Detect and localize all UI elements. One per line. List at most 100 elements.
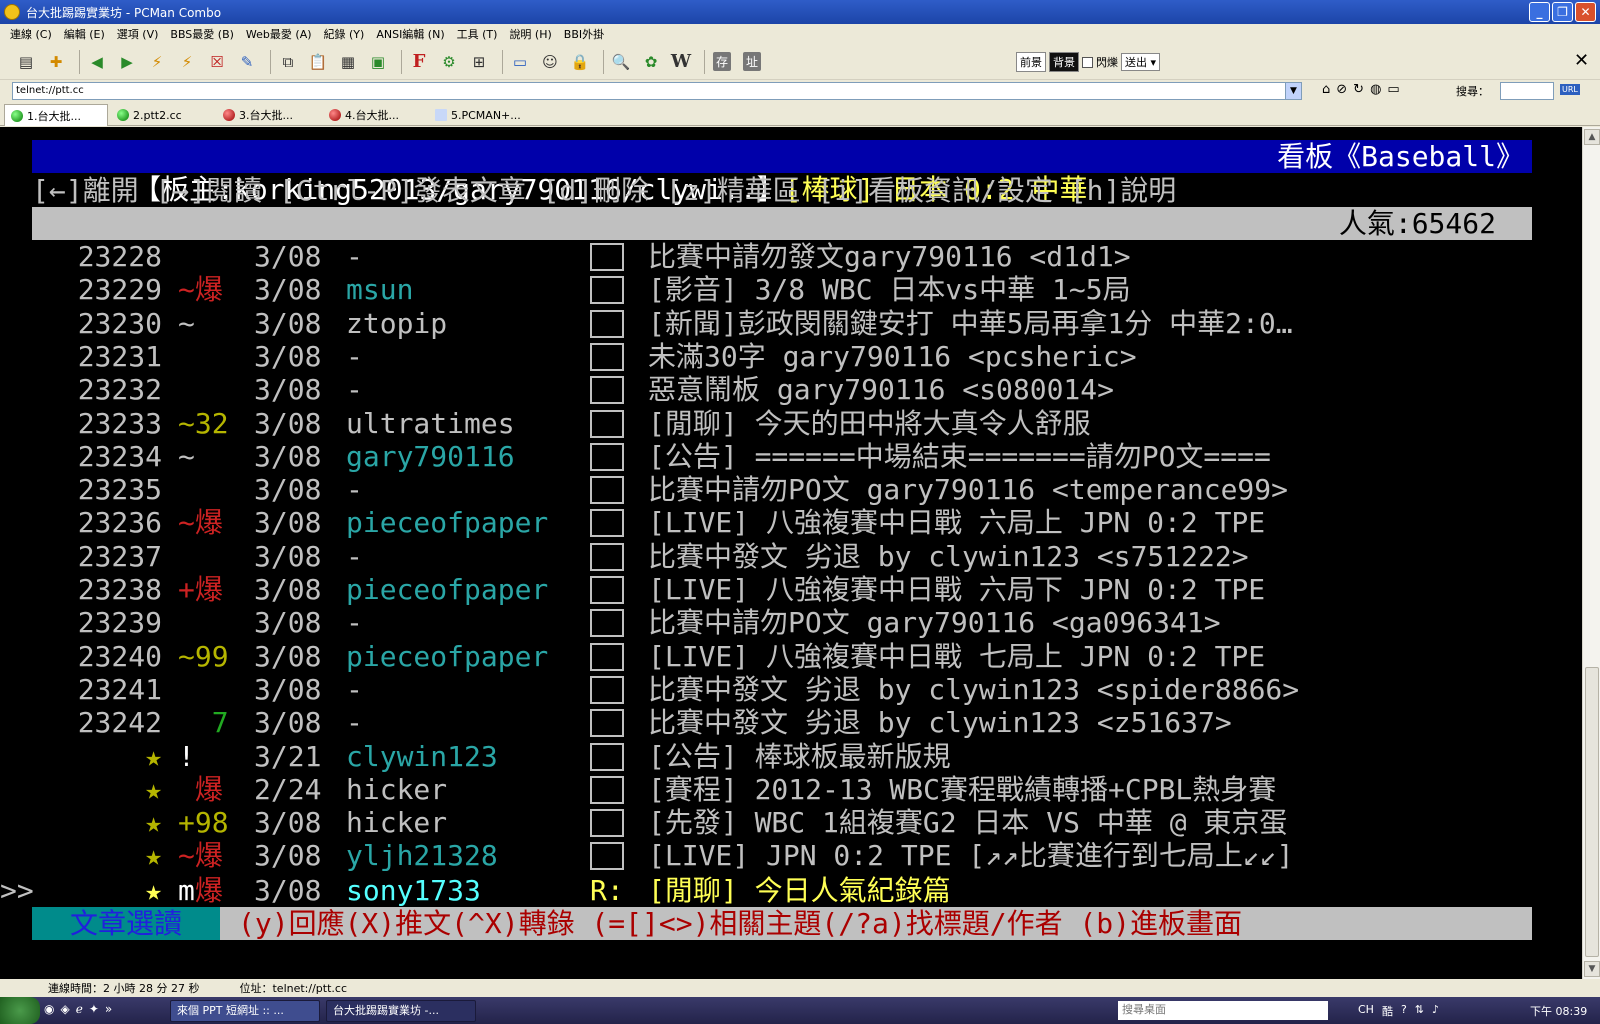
article-row[interactable]: 23233 ~32 3/08 ultratimes [閒聊] 今天的田中將大真令人舒服 <box>32 407 1532 440</box>
help-icon[interactable]: ? <box>1401 1003 1407 1019</box>
close-connection-icon[interactable]: ☒ <box>205 50 229 74</box>
article-row[interactable]: 23228 3/08- 比賽中請勿發文gary790116 <d1d1> <box>32 240 1532 273</box>
taskbar-item-pcman[interactable]: 台大批踢踢實業坊 -... <box>326 1000 476 1022</box>
settings-gear-icon[interactable]: ⚙ <box>437 50 461 74</box>
new-connection-icon[interactable]: ✚ <box>44 50 68 74</box>
ime-icon[interactable]: 酷 <box>1382 1003 1393 1019</box>
article-author: - <box>346 673 363 706</box>
bbs-terminal[interactable]: 【板主:korking52013/gary790116/clywi..】[棒球]… <box>0 127 1582 979</box>
search-input[interactable] <box>1500 82 1554 100</box>
chevron-down-icon[interactable]: ▼ <box>1285 83 1301 99</box>
address-icon[interactable]: 址 <box>742 52 761 71</box>
pcman-icon[interactable]: ◈ <box>60 1002 69 1016</box>
taskbar-item-browser[interactable]: 來個 PPT 短網址 :: ... <box>170 1000 320 1022</box>
article-date: 3/08 <box>254 273 322 306</box>
close-tab-icon[interactable]: ✕ <box>1574 50 1589 71</box>
background-color-button[interactable]: 背景 <box>1049 52 1079 72</box>
foreground-color-button[interactable]: 前景 <box>1016 52 1046 72</box>
globe-icon[interactable]: ◍ <box>1370 82 1381 97</box>
lock-icon[interactable]: 🔒 <box>568 50 592 74</box>
unread-checkbox-icon <box>590 643 624 671</box>
article-row[interactable]: 23240 ~99 3/08 pieceofpaper [LIVE] 八強複賽中日戰 七… <box>32 640 1532 673</box>
paste-icon[interactable]: 📋 <box>306 50 330 74</box>
article-row[interactable]: 23238 +爆 3/08 pieceofpaper [LIVE] 八強複賽中日戰 六局… <box>32 573 1532 606</box>
restore-button[interactable]: ❐ <box>1552 2 1573 22</box>
menu-log[interactable]: 紀錄 (Y) <box>318 26 371 42</box>
tab-3[interactable]: 3.台大批... <box>216 104 320 126</box>
selected-article-row[interactable]: >> ★ m爆 3/08 sony1733 R: [閒聊] 今日人氣紀錄篇 <box>0 874 1532 907</box>
article-row[interactable]: ★ 爆 2/24 hicker [賽程] 2012-13 WBC賽程戰績轉播+CPBL… <box>32 773 1532 806</box>
stop-icon[interactable]: ⊘ <box>1336 82 1347 97</box>
article-row[interactable]: 23234 ~3/08 gary790116 [公告] ======中場結束=====… <box>32 440 1532 473</box>
close-window-button[interactable]: ✕ <box>1575 2 1596 22</box>
article-row[interactable]: 23229 ~爆 3/08 msun [影音] 3/8 WBC 日本vs中華 1~5局 <box>32 273 1532 306</box>
reconnect-icon[interactable]: ⚡ <box>175 50 199 74</box>
menu-connect[interactable]: 連線 (C) <box>4 26 58 42</box>
chrome-icon[interactable]: ◉ <box>44 1002 54 1016</box>
menu-bbi-plugin[interactable]: BBI外掛 <box>558 26 610 42</box>
pin-icon[interactable]: ✎ <box>235 50 259 74</box>
article-row[interactable]: 23242 7 3/08- 比賽中發文 劣退 by clywin123 <z5163… <box>32 706 1532 739</box>
scroll-thumb[interactable] <box>1585 667 1599 957</box>
disconnected-icon <box>223 109 235 121</box>
emoticon-icon[interactable]: ☺ <box>538 50 562 74</box>
volume-icon[interactable]: ♪ <box>1432 1003 1439 1019</box>
minimize-button[interactable]: _ <box>1529 2 1550 22</box>
tab-2[interactable]: 2.ptt2.cc <box>110 104 214 126</box>
article-date: 3/08 <box>254 240 322 273</box>
article-row[interactable]: 23239 3/08- 比賽中請勿PO文 gary790116 <ga096341> <box>32 606 1532 639</box>
address-book-icon[interactable]: ▤ <box>14 50 38 74</box>
paste-ansi-icon[interactable]: ▣ <box>366 50 390 74</box>
font-icon[interactable]: F <box>407 50 431 74</box>
menu-web-favorites[interactable]: Web最愛 (A) <box>240 26 318 42</box>
back-arrow-icon[interactable]: ◀ <box>85 50 109 74</box>
wikipedia-icon[interactable]: W <box>669 50 693 74</box>
more-chevron-icon[interactable]: » <box>105 1002 112 1016</box>
save-icon[interactable]: 存 <box>712 52 731 71</box>
tab-1[interactable]: 1.台大批... <box>4 104 108 126</box>
home-icon[interactable]: ⌂ <box>1322 82 1330 97</box>
forward-arrow-icon[interactable]: ▶ <box>115 50 139 74</box>
menu-edit[interactable]: 編輯 (E) <box>58 26 111 42</box>
article-row[interactable]: 23236 ~爆 3/08 pieceofpaper [LIVE] 八強複賽中日戰 六局… <box>32 506 1532 539</box>
article-row[interactable]: ★ ~爆 3/08 yljh21328 [LIVE] JPN 0:2 TPE [↗↗比賽… <box>32 839 1532 872</box>
menu-options[interactable]: 選項 (V) <box>111 26 165 42</box>
article-row[interactable]: 23235 3/08- 比賽中請勿PO文 gary790116 <temperanc… <box>32 473 1532 506</box>
blink-checkbox[interactable] <box>1082 56 1093 68</box>
send-dropdown[interactable]: 送出 ▾ <box>1121 53 1161 71</box>
article-row[interactable]: ★! 3/21 clywin123 [公告] 棒球板最新版規 <box>32 740 1532 773</box>
window-icon[interactable]: ▭ <box>1387 82 1399 97</box>
menu-tools[interactable]: 工具 (T) <box>451 26 504 42</box>
menu-ansi-edit[interactable]: ANSI編輯 (N) <box>370 26 450 42</box>
screen-icon[interactable]: ▭ <box>508 50 532 74</box>
desktop-search-input[interactable]: 搜尋桌面 <box>1118 1001 1328 1020</box>
fullscreen-icon[interactable]: ⊞ <box>467 50 491 74</box>
refresh-icon[interactable]: ↻ <box>1353 82 1364 97</box>
tab-5[interactable]: 5.PCMAN+... <box>428 104 532 126</box>
scroll-down-icon[interactable]: ▼ <box>1584 961 1600 977</box>
start-button[interactable] <box>0 997 40 1024</box>
ie-icon[interactable]: ℯ <box>76 1002 83 1016</box>
vertical-scrollbar[interactable]: ▲ ▼ <box>1582 127 1600 979</box>
tinyurl-icon[interactable]: URL <box>1560 84 1580 95</box>
article-row[interactable]: 23241 3/08- 比賽中發文 劣退 by clywin123 <spider8… <box>32 673 1532 706</box>
app-quick-icon[interactable]: ✦ <box>89 1002 99 1016</box>
article-row[interactable]: 23237 3/08- 比賽中發文 劣退 by clywin123 <s751222… <box>32 540 1532 573</box>
disconnect-icon[interactable]: ⚡ <box>145 50 169 74</box>
scroll-up-icon[interactable]: ▲ <box>1584 129 1600 145</box>
article-row[interactable]: 23231 3/08- 未滿30字 gary790116 <pcsheric> <box>32 340 1532 373</box>
flower-icon[interactable]: ✿ <box>639 50 663 74</box>
menu-help[interactable]: 說明 (H) <box>503 26 557 42</box>
article-row[interactable]: 23230 ~3/08 ztopip [新聞]彭政閔關鍵安打 中華5局再拿1分 中華2… <box>32 307 1532 340</box>
copy-icon[interactable]: ⧉ <box>276 50 300 74</box>
menu-bbs-favorites[interactable]: BBS最愛 (B) <box>164 26 240 42</box>
tab-4[interactable]: 4.台大批... <box>322 104 426 126</box>
article-row[interactable]: 23232 3/08- 惡意鬧板 gary790116 <s080014> <box>32 373 1532 406</box>
input-language[interactable]: CH <box>1358 1003 1374 1019</box>
article-title: 比賽中請勿發文gary790116 <d1d1> <box>648 240 1131 273</box>
copy-ansi-icon[interactable]: ▦ <box>336 50 360 74</box>
address-input[interactable]: telnet://ptt.cc ▼ <box>12 82 1302 100</box>
article-row[interactable]: ★ +98 3/08 hicker [先發] WBC 1組複賽G2 日本 VS 中華 @… <box>32 806 1532 839</box>
search-icon[interactable]: 🔍 <box>609 50 633 74</box>
network-icon[interactable]: ⇅ <box>1415 1003 1424 1019</box>
